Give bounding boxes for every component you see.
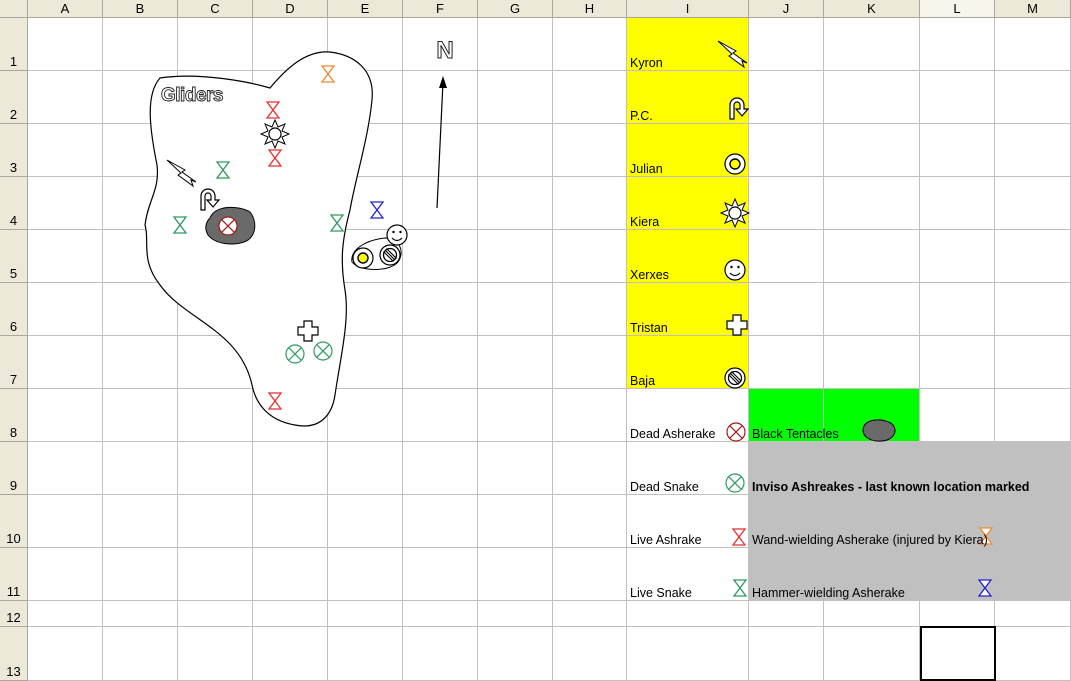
- party-name-xerxes[interactable]: Xerxes: [630, 268, 669, 282]
- curved-arrow-icon: [729, 97, 749, 120]
- row-number: 5: [9, 266, 18, 281]
- row-header-2[interactable]: 2: [0, 71, 28, 124]
- crossed-circle-green-icon: [725, 473, 745, 493]
- row-number: 11: [6, 584, 21, 599]
- map-drawing: Gliders N: [144, 37, 993, 597]
- column-header-k[interactable]: K: [824, 0, 920, 18]
- north-arrowhead: [439, 76, 447, 88]
- row-header-1[interactable]: 1: [0, 18, 28, 71]
- row-number: 2: [9, 107, 18, 122]
- row-header-8[interactable]: 8: [0, 389, 28, 442]
- crossed-circle-green-icon: [285, 344, 305, 364]
- smiley-icon: [386, 224, 408, 246]
- row-header-13[interactable]: 13: [0, 627, 28, 681]
- row-number: 9: [9, 478, 18, 493]
- lightning-icon: [717, 40, 748, 68]
- sun-icon: [260, 119, 290, 149]
- row-header-11[interactable]: 11: [0, 548, 28, 601]
- ring-icon: [724, 153, 746, 175]
- smiley-icon: [724, 259, 746, 281]
- column-header-b[interactable]: B: [103, 0, 178, 18]
- row-header-6[interactable]: 6: [0, 283, 28, 336]
- hammer-asherake-label[interactable]: Hammer-wielding Asherake: [752, 586, 905, 600]
- party-name-pc[interactable]: P.C.: [630, 109, 653, 123]
- column-header-d[interactable]: D: [253, 0, 328, 18]
- north-arrow: [436, 81, 444, 209]
- cross-icon: [726, 314, 748, 336]
- no-symbol-icon: [379, 244, 401, 266]
- column-header-l[interactable]: L: [920, 0, 995, 18]
- row-number: 4: [9, 213, 18, 228]
- row-number: 1: [9, 54, 18, 69]
- crossed-circle-green-icon: [313, 341, 333, 361]
- column-header-h[interactable]: H: [553, 0, 627, 18]
- row-header-4[interactable]: 4: [0, 177, 28, 230]
- party-name-baja[interactable]: Baja: [630, 374, 655, 388]
- row-header-3[interactable]: 3: [0, 124, 28, 177]
- island-label: Gliders: [161, 85, 223, 106]
- row-number: 3: [9, 160, 18, 175]
- hourglass-blue-icon: [978, 579, 992, 597]
- row-header-7[interactable]: 7: [0, 336, 28, 389]
- wand-asherake-label[interactable]: Wand-wielding Asherake (injured by Kiera…: [752, 533, 988, 547]
- column-header-f[interactable]: F: [403, 0, 478, 18]
- active-cell-selection[interactable]: [920, 626, 996, 681]
- party-name-julian[interactable]: Julian: [630, 162, 663, 176]
- row-header-5[interactable]: 5: [0, 230, 28, 283]
- row-number: 13: [6, 664, 21, 679]
- black-tentacles-label[interactable]: Black Tentacles: [752, 427, 839, 441]
- hourglass-red-icon: [732, 528, 746, 546]
- party-name-tristan[interactable]: Tristan: [630, 321, 668, 335]
- column-header-e[interactable]: E: [328, 0, 403, 18]
- row-number: 12: [6, 610, 21, 625]
- party-name-kyron[interactable]: Kyron: [630, 56, 663, 70]
- column-header-c[interactable]: C: [178, 0, 253, 18]
- ring-icon: [352, 247, 374, 269]
- north-label: N: [436, 37, 453, 64]
- row-number: 6: [9, 319, 18, 334]
- crossed-circle-red-icon: [726, 422, 746, 442]
- column-header-i[interactable]: I: [627, 0, 749, 18]
- marker-dead-asherake[interactable]: Dead Asherake: [630, 427, 715, 441]
- column-header-a[interactable]: A: [28, 0, 103, 18]
- marker-dead-snake[interactable]: Dead Snake: [630, 480, 699, 494]
- row-number: 7: [9, 372, 18, 387]
- select-all-corner[interactable]: [0, 0, 28, 18]
- row-header-12[interactable]: 12: [0, 601, 28, 627]
- party-name-kiera[interactable]: Kiera: [630, 215, 659, 229]
- hourglass-blue-icon: [370, 201, 384, 219]
- row-number: 10: [6, 531, 21, 546]
- marker-live-ashrake[interactable]: Live Ashrake: [630, 533, 702, 547]
- row-header-9[interactable]: 9: [0, 442, 28, 495]
- hourglass-green-icon: [733, 579, 747, 597]
- column-header-g[interactable]: G: [478, 0, 553, 18]
- no-symbol-icon: [724, 367, 746, 389]
- inviso-title[interactable]: Inviso Ashreakes - last known location m…: [752, 480, 1029, 494]
- marker-live-snake[interactable]: Live Snake: [630, 586, 692, 600]
- tentacles-blob: [862, 419, 896, 442]
- row-header-10[interactable]: 10: [0, 495, 28, 548]
- crossed-circle-red-icon: [218, 216, 238, 236]
- sun-icon: [720, 198, 750, 228]
- column-header-j[interactable]: J: [749, 0, 824, 18]
- column-header-m[interactable]: M: [995, 0, 1071, 18]
- island-outline: [144, 51, 373, 427]
- row-number: 8: [9, 425, 18, 440]
